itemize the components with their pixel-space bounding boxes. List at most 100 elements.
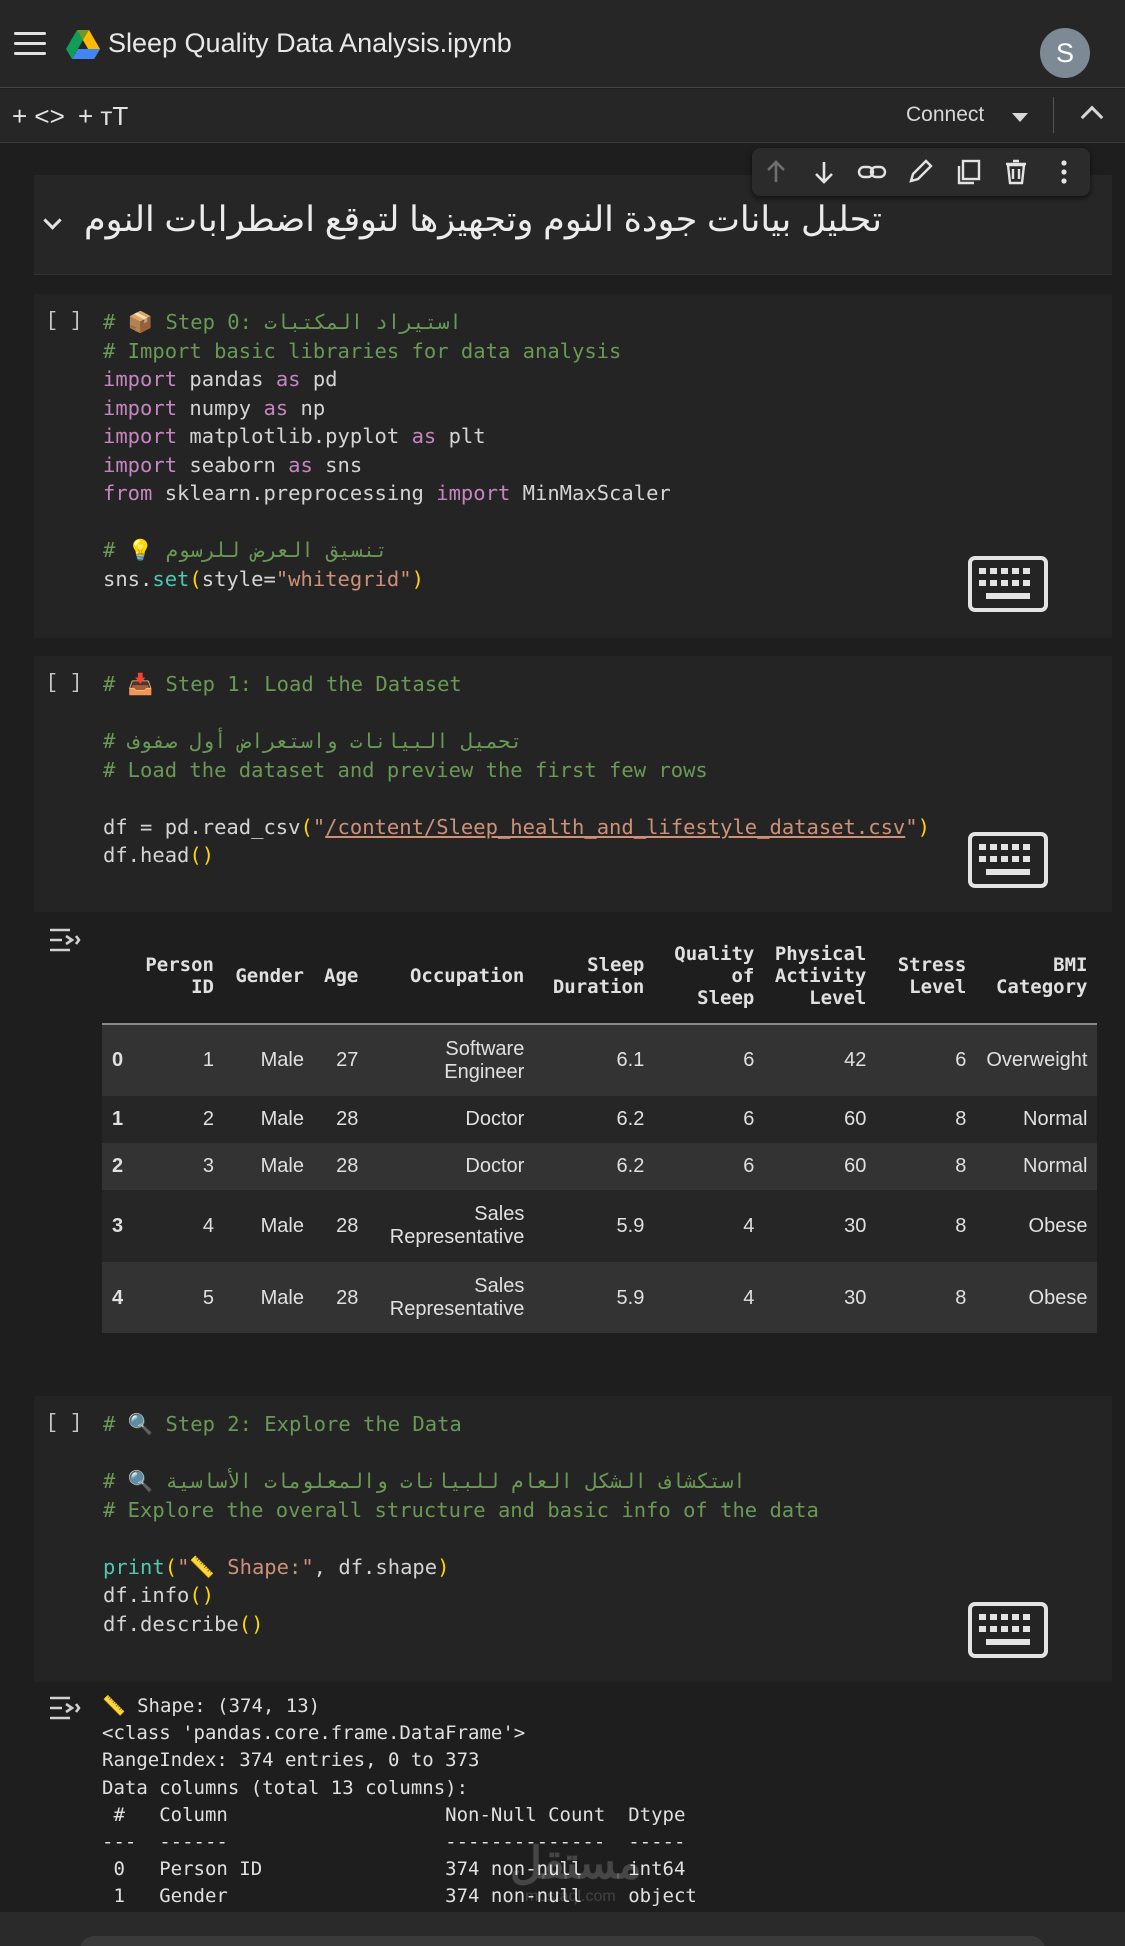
table-cell: 28: [336, 1286, 359, 1309]
run-cell-button[interactable]: [ ]: [46, 672, 82, 695]
column-header: [102, 928, 134, 1024]
column-header: Person ID: [145, 953, 214, 998]
table-row: 1 2 Male 28 Doctor 6.2 6 60 8 Normal: [102, 1096, 1098, 1143]
add-text-cell-button[interactable]: + тT: [78, 101, 128, 132]
table-cell: Obese: [1028, 1214, 1088, 1237]
table-cell: 27: [336, 1049, 359, 1071]
table-cell: Obese: [1028, 1286, 1088, 1309]
table-cell: 6: [743, 1049, 755, 1071]
table-cell: 6: [955, 1049, 967, 1071]
table-cell: Male: [260, 1214, 304, 1237]
add-code-cell-button[interactable]: + <>: [12, 101, 65, 132]
table-cell: 5.9: [616, 1286, 645, 1309]
table-row: 0 1 Male 27 Software Engineer 6.1 6 42 6…: [102, 1024, 1098, 1096]
keyboard-icon[interactable]: [966, 1600, 1050, 1660]
table-cell: 60: [844, 1155, 867, 1177]
keyboard-icon[interactable]: [966, 830, 1050, 890]
output-actions-icon[interactable]: [48, 926, 82, 954]
toolbar-divider: [1053, 97, 1054, 133]
table-cell: 1: [202, 1049, 214, 1071]
table-cell: 8: [955, 1155, 967, 1177]
column-header: Quality of Sleep: [674, 942, 755, 1009]
table-cell: Normal: [1023, 1108, 1088, 1130]
table-cell: Overweight: [986, 1049, 1088, 1071]
table-cell: Doctor: [465, 1155, 525, 1177]
table-cell: Sales Representative: [389, 1275, 525, 1320]
code-editor-3[interactable]: # 🔍 Step 2: Explore the Data # 🔍 استكشاف…: [103, 1410, 819, 1638]
table-cell: 3: [202, 1155, 214, 1177]
section-heading: تحليل بيانات جودة النوم وتجهيزها لتوقع ا…: [84, 200, 882, 239]
table-cell: 0: [112, 1049, 124, 1071]
table-cell: 28: [336, 1214, 359, 1237]
column-header: Stress Level: [897, 953, 967, 998]
table-cell: 6: [743, 1108, 755, 1130]
code-editor-1[interactable]: # 📦 Step 0: استيراد المكتبات # Import ba…: [103, 308, 671, 593]
output-line: Data columns (total 13 columns):: [102, 1776, 469, 1799]
column-header: Occupation: [409, 964, 525, 987]
table-header-row: Person ID Gender Age Occupation Sleep Du…: [102, 928, 1098, 1024]
collapse-toolbar-icon[interactable]: [1080, 105, 1104, 129]
table-cell: 42: [844, 1049, 867, 1071]
table-cell: 8: [955, 1108, 967, 1130]
table-cell: 4: [112, 1286, 124, 1309]
user-avatar[interactable]: S: [1040, 28, 1090, 78]
keyboard-icon[interactable]: [966, 554, 1050, 614]
table-cell: 2: [112, 1155, 124, 1177]
table-cell: 8: [955, 1214, 967, 1237]
table-row: 4 5 Male 28 Sales Representative 5.9 4 3…: [102, 1262, 1098, 1333]
column-header: Sleep Duration: [552, 953, 645, 998]
table-cell: Male: [260, 1155, 304, 1177]
table-cell: 3: [112, 1214, 124, 1237]
google-drive-icon[interactable]: [66, 30, 100, 60]
table-cell: 8: [955, 1286, 967, 1309]
table-cell: 5.9: [616, 1214, 645, 1237]
table-cell: 28: [336, 1108, 359, 1130]
notebook-title[interactable]: Sleep Quality Data Analysis.ipynb: [108, 28, 512, 59]
table-cell: 6.2: [616, 1108, 645, 1130]
run-cell-button[interactable]: [ ]: [46, 310, 82, 333]
dataframe-output: Person ID Gender Age Occupation Sleep Du…: [102, 928, 1112, 1333]
output-actions-icon[interactable]: [48, 1694, 82, 1722]
more-options-icon[interactable]: [1048, 156, 1080, 188]
connect-button[interactable]: Connect: [906, 103, 984, 127]
move-cell-up-icon[interactable]: [760, 156, 792, 188]
notebook-toolbar: + <> + тT Connect: [0, 89, 1125, 143]
table-cell: Male: [260, 1049, 304, 1071]
table-row: 2 3 Male 28 Doctor 6.2 6 60 8 Normal: [102, 1143, 1098, 1190]
output-line: RangeIndex: 374 entries, 0 to 373: [102, 1749, 480, 1772]
table-cell: 2: [202, 1108, 214, 1130]
table-cell: 4: [202, 1214, 214, 1237]
output-line: 📏 Shape: (374, 13): [102, 1695, 321, 1717]
delete-icon[interactable]: [1000, 156, 1032, 188]
table-cell: 5: [202, 1286, 214, 1309]
move-cell-down-icon[interactable]: [808, 156, 840, 188]
table-cell: Male: [260, 1108, 304, 1130]
table-cell: 60: [844, 1108, 867, 1130]
column-header: BMI Category: [995, 953, 1088, 998]
column-header: Age: [324, 964, 359, 987]
code-editor-2[interactable]: # 📥 Step 1: Load the Dataset # تحميل الب…: [103, 670, 930, 870]
table-cell: 6.2: [616, 1155, 645, 1177]
menu-icon[interactable]: [14, 32, 46, 56]
run-cell-button[interactable]: [ ]: [46, 1412, 82, 1435]
connect-dropdown-icon[interactable]: [1012, 113, 1028, 122]
top-bar: Sleep Quality Data Analysis.ipynb S: [0, 0, 1125, 88]
watermark-url: mostaql.com: [525, 1888, 616, 1905]
link-icon[interactable]: [856, 156, 888, 188]
edit-icon[interactable]: [904, 156, 936, 188]
table-cell: 6.1: [616, 1049, 645, 1071]
table-cell: 6: [743, 1155, 755, 1177]
table-cell: 30: [844, 1286, 867, 1309]
table-cell: 4: [743, 1214, 755, 1237]
table-cell: 30: [844, 1214, 867, 1237]
table-cell: Software Engineer: [444, 1037, 525, 1083]
output-line: <class 'pandas.core.frame.DataFrame'>: [102, 1722, 526, 1745]
output-line: # Column Non-Null Count Dtype: [102, 1803, 697, 1826]
table-row: 3 4 Male 28 Sales Representative 5.9 4 3…: [102, 1190, 1098, 1262]
bottom-sheet-handle[interactable]: [80, 1936, 1045, 1946]
cell-toolbar: [752, 148, 1090, 196]
table-cell: 28: [336, 1155, 359, 1177]
table-cell: 1: [112, 1108, 124, 1130]
copy-cell-icon[interactable]: [952, 156, 984, 188]
column-header: Physical Activity Level: [774, 942, 867, 1009]
